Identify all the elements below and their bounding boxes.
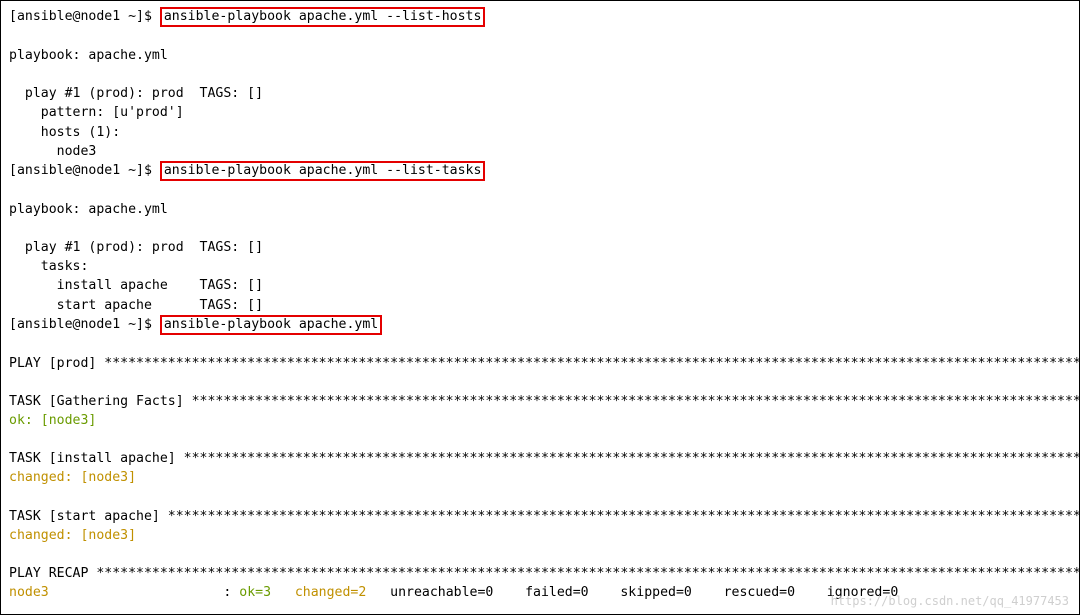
text-line: node3	[9, 142, 1071, 161]
task-header: TASK [start apache] ********************…	[9, 507, 1071, 526]
changed-status: changed: [node3]	[9, 526, 1071, 545]
recap-host: node3	[9, 585, 49, 600]
text-line: play #1 (prod): prod TAGS: []	[9, 84, 1071, 103]
recap-ok: ok=3	[239, 585, 295, 600]
task-header: TASK [Gathering Facts] *****************…	[9, 392, 1071, 411]
text-line: install apache TAGS: []	[9, 276, 1071, 295]
text-line: pattern: [u'prod']	[9, 103, 1071, 122]
text-line: hosts (1):	[9, 123, 1071, 142]
shell-prompt: [ansible@node1 ~]$	[9, 9, 160, 24]
text-line: playbook: apache.yml	[9, 46, 1071, 65]
recap-header: PLAY RECAP *****************************…	[9, 564, 1071, 583]
recap-changed: changed=2	[295, 585, 390, 600]
terminal-output[interactable]: [ansible@node1 ~]$ ansible-playbook apac…	[1, 1, 1079, 602]
text-line: tasks:	[9, 257, 1071, 276]
shell-prompt: [ansible@node1 ~]$	[9, 163, 160, 178]
text-line: start apache TAGS: []	[9, 296, 1071, 315]
play-header: PLAY [prod] ****************************…	[9, 354, 1071, 373]
cmd-list-tasks: ansible-playbook apache.yml --list-tasks	[160, 161, 486, 181]
text-line: playbook: apache.yml	[9, 200, 1071, 219]
changed-status: changed: [node3]	[9, 468, 1071, 487]
cmd-run-playbook: ansible-playbook apache.yml	[160, 315, 382, 335]
task-header: TASK [install apache] ******************…	[9, 449, 1071, 468]
recap-line: node3 : ok=3 changed=2 unreachable=0 fai…	[9, 583, 1071, 602]
shell-prompt: [ansible@node1 ~]$	[9, 317, 160, 332]
text-line: play #1 (prod): prod TAGS: []	[9, 238, 1071, 257]
recap-rest: unreachable=0 failed=0 skipped=0 rescued…	[390, 585, 922, 600]
cmd-list-hosts: ansible-playbook apache.yml --list-hosts	[160, 7, 486, 27]
ok-status: ok: [node3]	[9, 411, 1071, 430]
